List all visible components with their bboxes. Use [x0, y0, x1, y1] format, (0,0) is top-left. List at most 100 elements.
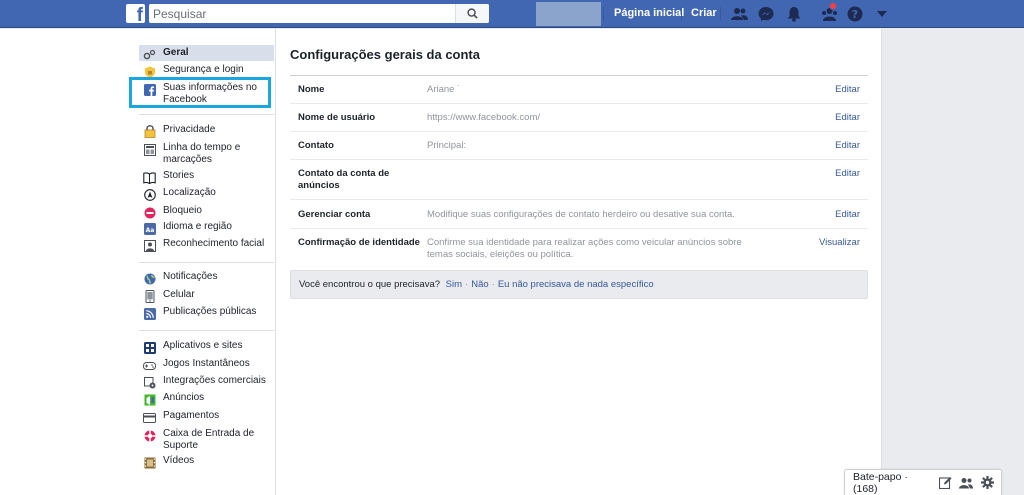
settings-row-name[interactable]: Nome Ariane ˙ Editar — [290, 76, 868, 104]
sidebar-item-mobile[interactable]: Celular — [139, 289, 274, 303]
sidebar-item-general[interactable]: Geral — [139, 45, 274, 61]
dropdown-arrow-icon[interactable] — [873, 5, 891, 23]
sidebar-item-location[interactable]: Localização — [139, 187, 274, 201]
sidebar-item-support-inbox[interactable]: Caixa de Entrada de Suporte — [139, 428, 274, 452]
setting-label: Nome de usuário — [298, 112, 376, 123]
nav-divider — [720, 7, 721, 21]
top-navigation-bar: f Página inicial Criar ? — [0, 0, 1024, 28]
setting-label: Contato da conta de anúncios — [298, 168, 390, 191]
face-icon — [143, 239, 156, 252]
sidebar-item-business-integrations[interactable]: Integrações comerciais — [139, 375, 274, 389]
sidebar-item-security[interactable]: Segurança e login — [139, 64, 274, 78]
setting-value: Modifique suas configurações de contato … — [427, 209, 735, 220]
messenger-icon[interactable] — [757, 5, 775, 23]
feedback-no-link[interactable]: Não — [471, 279, 488, 290]
settings-row-contact[interactable]: Contato Principal: Editar — [290, 132, 868, 160]
friends-icon[interactable] — [730, 5, 748, 23]
sidebar-item-label: Pagamentos — [163, 410, 220, 421]
setting-value: https://www.facebook.com/ — [427, 112, 540, 123]
gears-icon — [143, 48, 156, 61]
sidebar-item-instant-games[interactable]: Jogos Instantâneos — [139, 358, 274, 372]
sidebar-item-label: Reconhecimento facial — [163, 238, 265, 249]
sidebar-item-stories[interactable]: Stories — [139, 170, 274, 184]
sidebar-item-timeline-tagging[interactable]: Linha do tempo e marcações — [139, 142, 274, 166]
sidebar-item-face-recognition[interactable]: Reconhecimento facial — [139, 238, 274, 252]
view-link[interactable]: Visualizar — [819, 237, 860, 249]
compose-icon[interactable] — [939, 476, 953, 490]
sidebar-item-notifications[interactable]: Notificações — [139, 271, 274, 285]
sidebar-item-ads[interactable]: Anúncios — [139, 392, 274, 406]
settings-row-identity-confirmation[interactable]: Confirmação de identidade Confirme sua i… — [290, 229, 868, 265]
setting-label: Gerenciar conta — [298, 209, 371, 220]
timeline-icon — [143, 143, 156, 156]
sidebar-divider — [139, 262, 274, 263]
integrations-icon — [143, 376, 156, 389]
notification-badge — [829, 2, 837, 10]
setting-value: Principal: — [427, 140, 467, 151]
search-input[interactable] — [149, 4, 454, 23]
block-icon — [143, 206, 156, 219]
create-link[interactable]: Criar — [691, 7, 717, 19]
chat-label: Bate-papo · (168) — [853, 470, 908, 495]
feedback-nothing-link[interactable]: Eu não precisava de nada específico — [498, 279, 654, 290]
sidebar-item-label: Bloqueio — [163, 205, 202, 216]
sidebar-item-label: Vídeos — [163, 455, 195, 466]
edit-link[interactable]: Editar — [835, 112, 860, 124]
edit-link[interactable]: Editar — [835, 84, 860, 96]
page-title: Configurações gerais da conta — [290, 47, 480, 62]
sidebar-item-payments[interactable]: Pagamentos — [139, 410, 274, 424]
sidebar-item-label: Notificações — [163, 271, 218, 282]
film-icon — [143, 456, 156, 469]
sidebar-item-label: Localização — [163, 187, 216, 198]
card-icon — [143, 411, 156, 424]
edit-link[interactable]: Editar — [835, 168, 860, 180]
svg-text:Aa: Aa — [145, 227, 154, 234]
search-box — [149, 4, 489, 23]
sidebar-item-label: Privacidade — [163, 124, 216, 135]
sidebar-item-videos[interactable]: Vídeos — [139, 455, 274, 469]
sidebar-item-privacy[interactable]: Privacidade — [139, 124, 274, 138]
feedback-question: Você encontrou o que precisava? — [299, 279, 441, 290]
bell-icon[interactable] — [785, 5, 803, 23]
apps-icon — [143, 341, 156, 354]
search-button[interactable] — [455, 4, 489, 23]
chat-sidebar-toggle[interactable]: Bate-papo · (168) — [844, 469, 1002, 495]
edit-link[interactable]: Editar — [835, 209, 860, 221]
sidebar-item-public-posts[interactable]: Publicações públicas — [139, 306, 274, 320]
svg-text:?: ? — [852, 8, 858, 21]
sidebar-item-label: Jogos Instantâneos — [163, 358, 250, 369]
feedback-yes-link[interactable]: Sim — [446, 279, 462, 290]
gamepad-icon — [143, 359, 156, 372]
sidebar-item-label: Linha do tempo e marcações — [163, 142, 241, 165]
nav-divider — [603, 7, 604, 21]
gear-icon[interactable] — [980, 476, 994, 490]
sidebar-item-apps-websites[interactable]: Aplicativos e sites — [139, 340, 274, 354]
settings-row-manage-account[interactable]: Gerenciar conta Modifique suas configura… — [290, 200, 868, 229]
home-link[interactable]: Página inicial — [614, 7, 684, 19]
edit-link[interactable]: Editar — [835, 140, 860, 152]
setting-label: Contato — [298, 140, 334, 151]
lifebuoy-icon — [143, 429, 156, 442]
sidebar-divider — [139, 330, 274, 331]
rss-icon — [143, 307, 156, 320]
lock-icon — [143, 125, 156, 138]
sidebar-item-label: Geral — [163, 47, 189, 58]
sidebar-item-label: Publicações públicas — [163, 306, 257, 317]
feedback-bar: Você encontrou o que precisava? Sim · Não ·… — [290, 270, 868, 299]
profile-link-redacted[interactable] — [536, 2, 601, 26]
nav-divider — [681, 7, 682, 21]
settings-row-ad-account-contact[interactable]: Contato da conta de anúncios Editar — [290, 160, 868, 200]
facebook-logo[interactable]: f — [126, 4, 145, 25]
book-icon — [143, 171, 156, 184]
sidebar-item-blocking[interactable]: Bloqueio — [139, 205, 274, 219]
settings-row-username[interactable]: Nome de usuário https://www.facebook.com… — [290, 104, 868, 132]
mobile-icon — [143, 290, 156, 303]
language-icon: Aa — [143, 222, 156, 235]
group-chat-icon[interactable] — [959, 476, 974, 490]
sidebar-item-label: Integrações comerciais — [163, 375, 266, 386]
separator-dot: · — [491, 279, 495, 290]
help-icon[interactable]: ? — [846, 5, 864, 23]
globe-icon — [143, 272, 156, 285]
search-icon — [467, 8, 478, 19]
sidebar-item-language-region[interactable]: Aa Idioma e região — [139, 221, 274, 235]
